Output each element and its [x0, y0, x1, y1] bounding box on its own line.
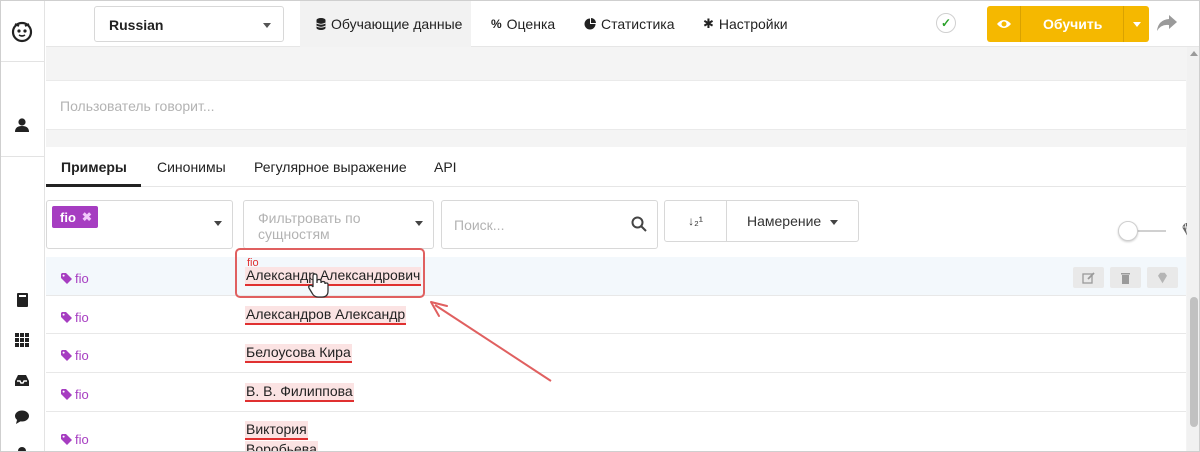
search-icon[interactable] [631, 216, 647, 232]
intent-tag[interactable]: fio [61, 387, 89, 402]
tab-settings[interactable]: ✱ Настройки [703, 1, 788, 47]
language-select[interactable]: Russian [94, 6, 284, 42]
table-row[interactable]: fio Виктория Воробьева [46, 412, 1186, 451]
grid-icon[interactable] [13, 331, 31, 349]
active-tab-indicator [46, 184, 141, 187]
app-window: Russian Обучающие данные % Оценка Статис… [0, 0, 1200, 452]
chevron-down-icon [214, 221, 222, 226]
tab-synonyms[interactable]: Синонимы [157, 159, 226, 175]
eye-icon[interactable] [987, 6, 1021, 42]
chat-icon[interactable] [13, 408, 31, 426]
chip-label: fio [60, 209, 76, 225]
user-says-input[interactable] [60, 94, 960, 118]
entity-text[interactable]: Александров Александр [245, 306, 407, 325]
table-row[interactable]: fio Белоусова Кира [46, 334, 1186, 373]
tag-icon [61, 434, 72, 445]
book-icon[interactable] [13, 291, 31, 309]
entity-text-line1[interactable]: Виктория [245, 421, 308, 440]
chevron-down-icon [263, 23, 271, 28]
edit-button[interactable] [1073, 267, 1104, 288]
delete-button[interactable] [1110, 267, 1141, 288]
entity-filter-select[interactable]: Фильтровать по сущностям [243, 200, 434, 249]
user-icon[interactable] [13, 116, 31, 134]
rasa-logo-icon[interactable] [10, 19, 34, 43]
diamond-icon [1158, 272, 1167, 283]
train-dropdown-button[interactable] [1123, 6, 1149, 42]
hand-cursor-icon [308, 273, 329, 298]
search-input[interactable] [454, 215, 614, 235]
entity-text[interactable]: В. В. Филиппова [245, 383, 354, 402]
train-button-label: Обучить [1043, 16, 1103, 32]
search-box [441, 200, 658, 249]
intent-tag-label: fio [75, 387, 89, 402]
tab-training-data[interactable]: Обучающие данные [300, 1, 471, 47]
sidebar-divider [1, 61, 45, 62]
entity-label-popup: fio [247, 257, 259, 269]
left-sidebar [1, 1, 45, 452]
entity-filter-placeholder: Фильтровать по сущностям [258, 210, 361, 242]
trash-icon [1121, 272, 1130, 284]
share-icon[interactable] [1156, 13, 1178, 33]
chevron-down-icon [415, 221, 423, 226]
status-check-icon: ✓ [936, 13, 956, 33]
tab-examples[interactable]: Примеры [61, 159, 127, 175]
sort-intent-group: ↓₂¹ Намерение [664, 200, 859, 242]
user-says-bar [46, 80, 1186, 130]
tab-label: Оценка [506, 16, 556, 32]
pie-chart-icon [584, 18, 596, 30]
annotation-arrow [430, 301, 552, 382]
database-icon [316, 18, 326, 30]
intent-tag[interactable]: fio [61, 432, 89, 447]
tag-icon [61, 273, 72, 284]
entity-text-line2[interactable]: Воробьева [245, 441, 318, 451]
tab-label: Обучающие данные [331, 16, 463, 32]
scrollbar-thumb[interactable] [1190, 297, 1198, 427]
scroll-up-icon[interactable] [1189, 49, 1199, 59]
intent-filter-select[interactable]: fio ✖ [46, 200, 233, 249]
filter-row: fio ✖ Фильтровать по сущностям ↓₂¹ Намер… [46, 200, 1194, 250]
subtabs: Примеры Синонимы Регулярное выражение AP… [46, 147, 1186, 187]
table-row[interactable]: fio В. В. Филиппова [46, 373, 1186, 412]
scrollbar[interactable] [1187, 47, 1199, 451]
intent-tag-label: fio [75, 348, 89, 363]
tag-icon [61, 312, 72, 323]
sort-icon[interactable]: ↓₂¹ [665, 201, 727, 241]
table-row[interactable]: fio Александров Александр [46, 296, 1186, 334]
intent-tag-label: fio [75, 310, 89, 325]
row-actions [1073, 267, 1178, 288]
table-row[interactable]: fio Александр Александрович [46, 257, 1186, 296]
highlight-callout [235, 248, 425, 298]
tag-icon [61, 389, 72, 400]
chevron-down-icon [1132, 21, 1141, 27]
intent-tag[interactable]: fio [61, 310, 89, 325]
intent-chip[interactable]: fio ✖ [52, 206, 98, 228]
gear-icon: ✱ [703, 16, 714, 31]
entity-text[interactable]: Белоусова Кира [245, 344, 352, 363]
intent-tag-label: fio [75, 271, 89, 286]
intent-tag[interactable]: fio [61, 271, 89, 286]
more-icon[interactable] [13, 442, 31, 452]
top-toolbar: Russian Обучающие данные % Оценка Статис… [46, 1, 1199, 47]
toggle-knob[interactable] [1118, 221, 1138, 241]
inbox-icon[interactable] [13, 371, 31, 389]
chevron-down-icon [830, 220, 838, 225]
intent-tag-label: fio [75, 432, 89, 447]
tag-icon [61, 350, 72, 361]
intent-sort-label[interactable]: Намерение [747, 213, 821, 229]
remove-chip-icon[interactable]: ✖ [82, 210, 92, 224]
tab-api[interactable]: API [434, 159, 457, 175]
tab-label: Настройки [718, 16, 788, 32]
language-value: Russian [109, 17, 164, 33]
tab-label: Статистика [601, 16, 675, 32]
tab-evaluation[interactable]: % Оценка [491, 1, 555, 47]
percent-icon: % [491, 17, 502, 31]
tab-regex[interactable]: Регулярное выражение [254, 159, 407, 175]
canonical-button[interactable] [1147, 267, 1178, 288]
intent-tag[interactable]: fio [61, 348, 89, 363]
mode-toggle[interactable] [1118, 221, 1166, 241]
sidebar-divider [1, 156, 45, 157]
train-button[interactable]: Обучить [987, 6, 1149, 42]
edit-icon [1082, 271, 1095, 284]
tab-statistics[interactable]: Статистика [584, 1, 675, 47]
